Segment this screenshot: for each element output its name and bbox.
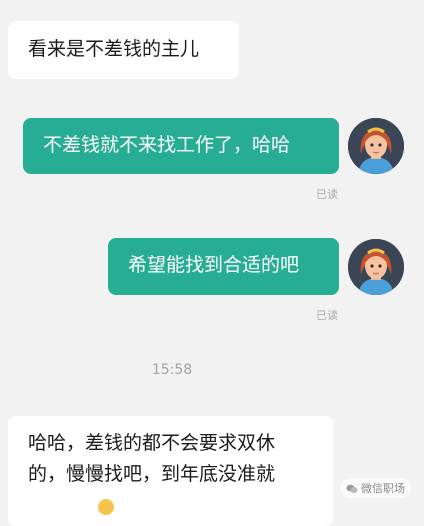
read-receipt: 已读 — [316, 309, 338, 322]
message-text: 希望能找到合适的吧 — [128, 254, 300, 276]
message-text: 看来是不差钱的主儿 — [28, 38, 200, 60]
message-text: 不差钱就不来找工作了，哈哈 — [43, 134, 291, 156]
cartoon-woman-avatar-icon — [348, 118, 404, 174]
sent-message-bubble[interactable]: 希望能找到合适的吧 — [108, 238, 339, 295]
timestamp: 15:58 — [151, 362, 193, 378]
received-message-bubble[interactable]: 看来是不差钱的主儿 — [8, 21, 239, 79]
message-line: 的，慢慢找吧，到年底没准就 — [28, 463, 276, 485]
sent-message-bubble[interactable]: 不差钱就不来找工作了，哈哈 — [23, 118, 339, 174]
wechat-icon — [346, 484, 358, 493]
read-receipt: 已读 — [316, 188, 338, 201]
watermark: 微信职场 — [340, 478, 411, 498]
message-line: 哈哈，差钱的都不会要求双休 — [28, 432, 276, 454]
watermark-text: 微信职场 — [361, 482, 405, 495]
cartoon-woman-avatar-icon — [348, 239, 404, 295]
received-message-bubble[interactable]: 哈哈，差钱的都不会要求双休 的，慢慢找吧，到年底没准就 — [8, 416, 333, 526]
user-avatar[interactable] — [348, 118, 404, 174]
user-avatar[interactable] — [348, 239, 404, 295]
emoji-icon — [98, 499, 114, 515]
